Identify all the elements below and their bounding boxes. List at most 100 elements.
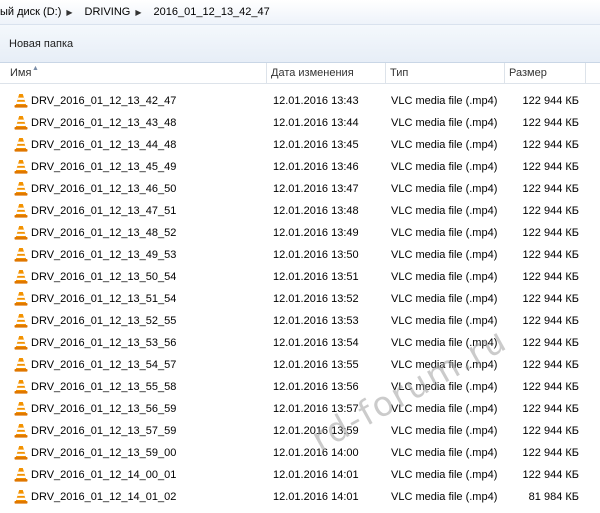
column-header-label: Тип (390, 67, 409, 79)
file-size: 122 944 КБ (522, 381, 579, 393)
file-name: DRV_2016_01_12_13_42_47 (31, 95, 177, 107)
breadcrumb-item-driving[interactable]: DRIVING ▶ (83, 6, 152, 18)
vlc-cone-icon (13, 181, 29, 197)
file-row[interactable]: DRV_2016_01_12_13_48_52 12.01.2016 13:49 V… (0, 222, 600, 244)
file-size: 122 944 КБ (522, 227, 579, 239)
file-date-modified: 12.01.2016 13:50 (273, 249, 359, 261)
column-header-label: Имя (10, 67, 32, 79)
file-row[interactable]: DRV_2016_01_12_13_52_55 12.01.2016 13:53 V… (0, 310, 600, 332)
new-folder-button[interactable]: Новая папка (4, 34, 78, 54)
file-size: 122 944 КБ (522, 117, 579, 129)
explorer-window: ый диск (D:) ▶ DRIVING ▶ 2016_01_12_13_4… (0, 0, 600, 513)
file-name: DRV_2016_01_12_13_51_54 (31, 293, 177, 305)
vlc-cone-icon (13, 93, 29, 109)
file-date-modified: 12.01.2016 13:49 (273, 227, 359, 239)
file-row[interactable]: DRV_2016_01_12_13_43_48 12.01.2016 13:44 V… (0, 112, 600, 134)
file-row[interactable]: DRV_2016_01_12_13_50_54 12.01.2016 13:51 V… (0, 266, 600, 288)
file-type: VLC media file (.mp4) (391, 425, 498, 437)
file-date-modified: 12.01.2016 13:55 (273, 359, 359, 371)
file-name: DRV_2016_01_12_14_00_01 (31, 469, 177, 481)
file-date-modified: 12.01.2016 13:46 (273, 161, 359, 173)
file-type: VLC media file (.mp4) (391, 95, 498, 107)
file-type: VLC media file (.mp4) (391, 293, 498, 305)
breadcrumb-label: DRIVING (84, 6, 131, 18)
vlc-cone-icon (13, 247, 29, 263)
file-type: VLC media file (.mp4) (391, 205, 498, 217)
vlc-cone-icon (13, 313, 29, 329)
chevron-right-icon[interactable]: ▶ (63, 8, 78, 17)
file-row[interactable]: DRV_2016_01_12_13_46_50 12.01.2016 13:47 V… (0, 178, 600, 200)
vlc-cone-icon (13, 291, 29, 307)
file-name: DRV_2016_01_12_13_48_52 (31, 227, 177, 239)
file-size: 122 944 КБ (522, 205, 579, 217)
chevron-right-icon[interactable]: ▶ (132, 8, 147, 17)
breadcrumb-item-drive[interactable]: ый диск (D:) ▶ (0, 6, 83, 18)
file-list: DRV_2016_01_12_13_42_47 12.01.2016 13:43 V… (0, 90, 600, 508)
file-name: DRV_2016_01_12_13_57_59 (31, 425, 177, 437)
file-type: VLC media file (.mp4) (391, 161, 498, 173)
file-name: DRV_2016_01_12_13_59_00 (31, 447, 177, 459)
file-type: VLC media file (.mp4) (391, 359, 498, 371)
file-row[interactable]: DRV_2016_01_12_13_59_00 12.01.2016 14:00 V… (0, 442, 600, 464)
file-date-modified: 12.01.2016 13:54 (273, 337, 359, 349)
column-header-row: ▲ Имя Дата изменения Тип Размер (0, 63, 600, 84)
file-row[interactable]: DRV_2016_01_12_13_54_57 12.01.2016 13:55 V… (0, 354, 600, 376)
file-name: DRV_2016_01_12_13_50_54 (31, 271, 177, 283)
file-date-modified: 12.01.2016 13:44 (273, 117, 359, 129)
file-row[interactable]: DRV_2016_01_12_13_56_59 12.01.2016 13:57 V… (0, 398, 600, 420)
breadcrumb-item-current-folder[interactable]: 2016_01_12_13_42_47 (152, 6, 276, 18)
column-header-label: Размер (509, 67, 547, 79)
vlc-cone-icon (13, 379, 29, 395)
file-row[interactable]: DRV_2016_01_12_13_51_54 12.01.2016 13:52 V… (0, 288, 600, 310)
file-type: VLC media file (.mp4) (391, 337, 498, 349)
vlc-cone-icon (13, 401, 29, 417)
file-type: VLC media file (.mp4) (391, 183, 498, 195)
file-row[interactable]: DRV_2016_01_12_13_49_53 12.01.2016 13:50 V… (0, 244, 600, 266)
vlc-cone-icon (13, 357, 29, 373)
file-size: 122 944 КБ (522, 315, 579, 327)
file-row[interactable]: DRV_2016_01_12_14_00_01 12.01.2016 14:01 V… (0, 464, 600, 486)
sort-ascending-icon: ▲ (32, 65, 39, 72)
file-name: DRV_2016_01_12_13_47_51 (31, 205, 177, 217)
file-type: VLC media file (.mp4) (391, 139, 498, 151)
file-row[interactable]: DRV_2016_01_12_13_42_47 12.01.2016 13:43 V… (0, 90, 600, 112)
column-header-name[interactable]: ▲ Имя (0, 63, 267, 83)
file-name: DRV_2016_01_12_13_52_55 (31, 315, 177, 327)
file-row[interactable]: DRV_2016_01_12_13_47_51 12.01.2016 13:48 V… (0, 200, 600, 222)
file-size: 122 944 КБ (522, 425, 579, 437)
file-row[interactable]: DRV_2016_01_12_14_01_02 12.01.2016 14:01 V… (0, 486, 600, 508)
file-row[interactable]: DRV_2016_01_12_13_55_58 12.01.2016 13:56 V… (0, 376, 600, 398)
file-name: DRV_2016_01_12_13_56_59 (31, 403, 177, 415)
file-type: VLC media file (.mp4) (391, 315, 498, 327)
file-type: VLC media file (.mp4) (391, 117, 498, 129)
vlc-cone-icon (13, 489, 29, 505)
file-type: VLC media file (.mp4) (391, 381, 498, 393)
file-date-modified: 12.01.2016 13:47 (273, 183, 359, 195)
file-size: 122 944 КБ (522, 403, 579, 415)
vlc-cone-icon (13, 423, 29, 439)
file-date-modified: 12.01.2016 14:01 (273, 491, 359, 503)
file-row[interactable]: DRV_2016_01_12_13_53_56 12.01.2016 13:54 V… (0, 332, 600, 354)
column-header-date[interactable]: Дата изменения (267, 63, 386, 83)
file-type: VLC media file (.mp4) (391, 227, 498, 239)
vlc-cone-icon (13, 445, 29, 461)
file-row[interactable]: DRV_2016_01_12_13_45_49 12.01.2016 13:46 V… (0, 156, 600, 178)
file-size: 122 944 КБ (522, 337, 579, 349)
column-header-type[interactable]: Тип (386, 63, 505, 83)
file-size: 122 944 КБ (522, 95, 579, 107)
column-header-size[interactable]: Размер (505, 63, 586, 83)
breadcrumb-label: ый диск (D:) (0, 6, 62, 18)
vlc-cone-icon (13, 225, 29, 241)
toolbar: Новая папка (0, 25, 600, 63)
file-name: DRV_2016_01_12_13_46_50 (31, 183, 177, 195)
vlc-cone-icon (13, 159, 29, 175)
file-row[interactable]: DRV_2016_01_12_13_44_48 12.01.2016 13:45 V… (0, 134, 600, 156)
file-date-modified: 12.01.2016 13:56 (273, 381, 359, 393)
file-row[interactable]: DRV_2016_01_12_13_57_59 12.01.2016 13:59 V… (0, 420, 600, 442)
file-size: 122 944 КБ (522, 139, 579, 151)
file-date-modified: 12.01.2016 13:57 (273, 403, 359, 415)
breadcrumb-label: 2016_01_12_13_42_47 (153, 6, 270, 18)
file-name: DRV_2016_01_12_13_54_57 (31, 359, 177, 371)
file-type: VLC media file (.mp4) (391, 271, 498, 283)
file-date-modified: 12.01.2016 13:51 (273, 271, 359, 283)
